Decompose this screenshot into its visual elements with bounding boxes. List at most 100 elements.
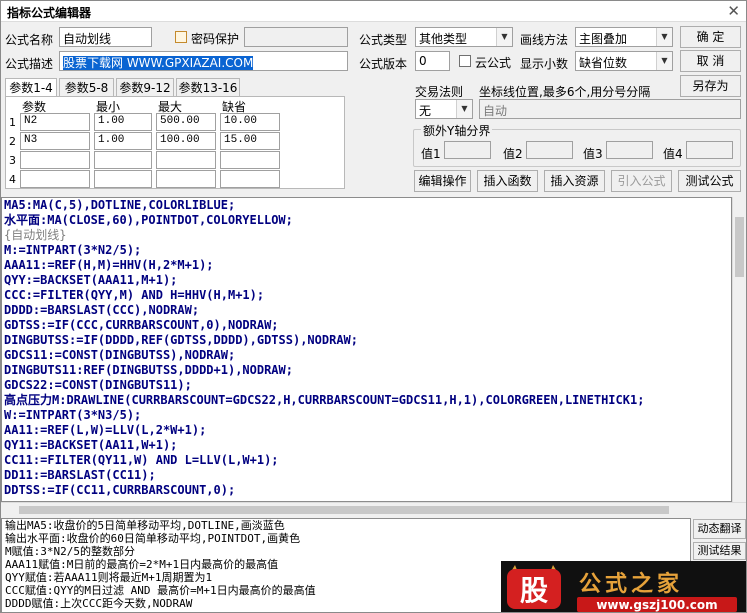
value4-input[interactable]	[686, 141, 733, 159]
param-max-input[interactable]	[156, 151, 216, 169]
password-input[interactable]	[244, 27, 348, 47]
code-line: MA5:MA(C,5),DOTLINE,COLORLIBLUE;	[4, 198, 236, 212]
code-line: GDCS11:=CONST(DINGBUTSS),NODRAW;	[4, 348, 236, 362]
tab-params-5-8[interactable]: 参数5-8	[59, 78, 114, 97]
chevron-down-icon: ▼	[496, 28, 512, 46]
chevron-down-icon: ▼	[456, 100, 472, 118]
draw-label: 画线方法	[520, 33, 569, 47]
param-row-index: 3	[9, 154, 16, 167]
code-lines: MA5:MA(C,5),DOTLINE,COLORLIBLUE; 水平面:MA(C…	[2, 198, 731, 498]
name-input[interactable]: 自动划线	[59, 27, 152, 47]
tab-params-13-16[interactable]: 参数13-16	[176, 78, 240, 97]
params-panel: 参数 最小 最大 缺省 1 N2 1.00 500.00 10.00 2 N3 1.00 100…	[5, 96, 345, 189]
test-result-button[interactable]: 测试结果	[693, 542, 746, 560]
code-line: DINGBUTS11:REF(DINGBUTSS,DDDD+1),NODRAW;	[4, 363, 293, 377]
decimals-select-value: 缺省位数	[579, 56, 628, 70]
code-line: DINGBUTSS:=IF(DDDD,REF(GDTSS,DDDD),GDTSS…	[4, 333, 359, 347]
editor-hscroll-thumb[interactable]	[19, 506, 669, 514]
desc-label: 公式描述	[5, 57, 54, 71]
code-line: M:=INTPART(3*N2/5);	[4, 243, 142, 257]
param-name-input[interactable]	[20, 151, 90, 169]
decimals-label: 显示小数	[520, 57, 569, 71]
coord-label: 坐标线位置,最多6个,用分号分隔	[479, 85, 651, 99]
trade-rule-label: 交易法则	[415, 85, 464, 99]
code-line: GDCS22:=CONST(DINGBUTS11);	[4, 378, 192, 392]
param-max-input[interactable]: 500.00	[156, 113, 216, 131]
decimals-select[interactable]: 缺省位数 ▼	[575, 51, 673, 71]
extra-y-label: 额外Y轴分界	[421, 122, 493, 139]
param-min-input[interactable]: 1.00	[94, 132, 152, 150]
name-label: 公式名称	[5, 33, 54, 47]
close-icon[interactable]: ✕	[727, 2, 740, 20]
trade-rule-select[interactable]: 无 ▼	[415, 99, 473, 119]
test-formula-button[interactable]: 测试公式	[678, 170, 741, 192]
desc-selected-text: 股票下载网 WWW.GPXIAZAI.COM	[63, 56, 254, 70]
output-line: M赋值:3*N2/5的整数部分	[5, 545, 135, 558]
draw-select[interactable]: 主图叠加 ▼	[575, 27, 673, 47]
editor-hscrollbar[interactable]	[1, 502, 746, 516]
param-max-input[interactable]	[156, 170, 216, 188]
value1-label: 值1	[421, 147, 441, 161]
insert-res-button[interactable]: 插入资源	[544, 170, 605, 192]
value2-label: 值2	[503, 147, 523, 161]
version-input[interactable]: 0	[415, 51, 450, 71]
value3-label: 值3	[583, 147, 603, 161]
ok-button[interactable]: 确 定	[680, 26, 741, 48]
version-label: 公式版本	[359, 57, 408, 71]
param-name-input[interactable]: N3	[20, 132, 90, 150]
code-line: {自动划线}	[4, 228, 67, 242]
svg-text:www.gszj100.com: www.gszj100.com	[596, 598, 717, 612]
param-def-input[interactable]	[220, 170, 280, 188]
param-row-index: 2	[9, 135, 16, 148]
value3-input[interactable]	[606, 141, 653, 159]
editor-vscrollbar[interactable]	[732, 197, 746, 502]
cloud-label: 云公式	[475, 56, 512, 70]
param-def-input[interactable]	[220, 151, 280, 169]
output-line: 输出水平面:收盘价的60日简单移动平均,POINTDOT,画黄色	[5, 532, 301, 545]
svg-text:股: 股	[520, 574, 548, 607]
code-line: CC11:=FILTER(QY11,W) AND L=LLV(L,W+1);	[4, 453, 279, 467]
value1-input[interactable]	[444, 141, 491, 159]
param-name-input[interactable]: N2	[20, 113, 90, 131]
type-select-value: 其他类型	[419, 32, 468, 46]
coord-input[interactable]: 自动	[479, 99, 741, 119]
output-line: 输出MA5:收盘价的5日简单移动平均,DOTLINE,画淡蓝色	[5, 519, 285, 532]
import-formula-button[interactable]: 引入公式	[611, 170, 672, 192]
code-line: AA11:=REF(L,W)=LLV(L,2*W+1);	[4, 423, 207, 437]
param-def-input[interactable]: 10.00	[220, 113, 280, 131]
save-as-button[interactable]: 另存为	[680, 75, 741, 97]
code-line: 高点压力M:DRAWLINE(CURRBARSCOUNT=GDCS22,H,CU…	[4, 393, 645, 407]
gszj-logo: 股 公式之家 www.gszj100.com	[501, 561, 746, 612]
code-line: 水平面:MA(CLOSE,60),POINTDOT,COLORYELLOW;	[4, 213, 293, 227]
param-max-input[interactable]: 100.00	[156, 132, 216, 150]
param-row-index: 4	[9, 173, 16, 186]
tab-params-1-4[interactable]: 参数1-4	[5, 78, 57, 98]
param-min-input[interactable]	[94, 170, 152, 188]
param-row-index: 1	[9, 116, 16, 129]
code-line: AAA11:=REF(H,M)=HHV(H,2*M+1);	[4, 258, 214, 272]
trade-rule-value: 无	[419, 104, 432, 118]
code-line: GDTSS:=IF(CCC,CURRBARSCOUNT,0),NODRAW;	[4, 318, 279, 332]
insert-func-button[interactable]: 插入函数	[477, 170, 538, 192]
code-line: DDDD:=BARSLAST(CCC),NODRAW;	[4, 303, 200, 317]
param-min-input[interactable]	[94, 151, 152, 169]
cloud-checkbox[interactable]	[459, 55, 471, 67]
password-checkbox[interactable]	[175, 31, 187, 43]
type-label: 公式类型	[359, 33, 408, 47]
password-label: 密码保护	[191, 32, 240, 46]
param-min-input[interactable]: 1.00	[94, 113, 152, 131]
tab-params-9-12[interactable]: 参数9-12	[116, 78, 174, 97]
cancel-button[interactable]: 取 消	[680, 50, 741, 72]
param-name-input[interactable]	[20, 170, 90, 188]
code-editor[interactable]: MA5:MA(C,5),DOTLINE,COLORLIBLUE; 水平面:MA(C…	[1, 197, 732, 502]
code-line: QYY:=BACKSET(AAA11,M+1);	[4, 273, 178, 287]
edit-op-button[interactable]: 编辑操作	[414, 170, 471, 192]
dynamic-translate-button[interactable]: 动态翻译	[693, 519, 746, 539]
editor-vscroll-thumb[interactable]	[735, 217, 744, 277]
param-def-input[interactable]: 15.00	[220, 132, 280, 150]
value2-input[interactable]	[526, 141, 573, 159]
type-select[interactable]: 其他类型 ▼	[415, 27, 513, 47]
draw-select-value: 主图叠加	[579, 32, 628, 46]
code-line: W:=INTPART(3*N3/5);	[4, 408, 142, 422]
desc-input[interactable]: 股票下载网 WWW.GPXIAZAI.COM	[59, 51, 348, 71]
